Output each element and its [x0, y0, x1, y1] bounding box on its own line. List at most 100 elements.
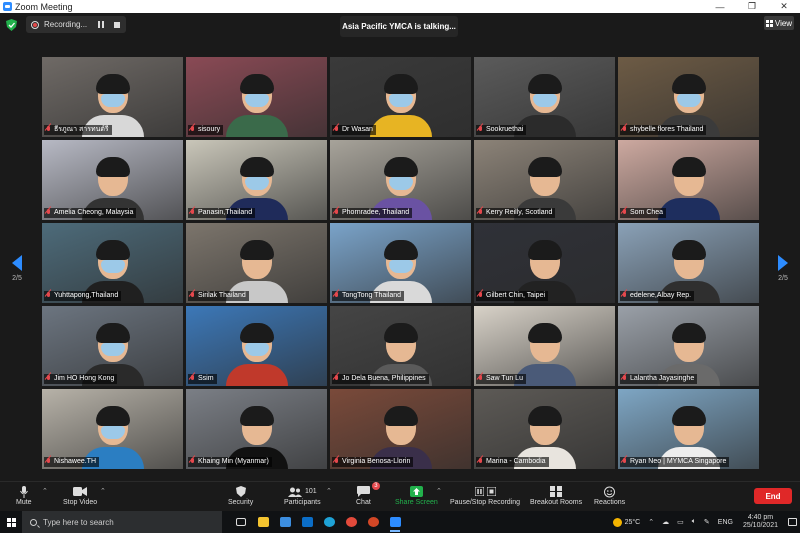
minimize-button[interactable]: —: [704, 0, 736, 13]
video-tile[interactable]: Dr Wasan: [330, 57, 471, 137]
taskbar-app-file-explorer[interactable]: [252, 511, 274, 533]
video-tile[interactable]: Virginia Benosa-Llorin: [330, 389, 471, 469]
next-page-button[interactable]: 2/5: [772, 255, 794, 282]
video-tile[interactable]: Khaing Min (Myanmar): [186, 389, 327, 469]
battery-icon[interactable]: ▭: [673, 511, 688, 533]
mute-button[interactable]: Mute: [16, 484, 32, 511]
video-tile[interactable]: Lalantha Jayasinghe: [618, 306, 759, 386]
zoom-logo-icon: [3, 2, 12, 11]
stop-video-label: Stop Video: [63, 499, 98, 506]
taskbar-clock[interactable]: 4:40 pm 25/10/2021: [737, 514, 784, 530]
taskbar-app-outlook[interactable]: [296, 511, 318, 533]
video-tile[interactable]: Marina - Cambodia: [474, 389, 615, 469]
participant-name-tag: Sirilak Thailand: [188, 291, 249, 301]
task-view-button[interactable]: [230, 511, 252, 533]
participant-name: Virginia Benosa-Llorin: [342, 458, 411, 465]
chevron-left-icon: [12, 255, 22, 271]
reactions-button[interactable]: Reactions: [594, 484, 625, 511]
recording-indicator: Recording...: [26, 16, 126, 33]
start-button[interactable]: [0, 511, 22, 533]
video-tile[interactable]: Ryan Neo | MYMCA Singapore: [618, 389, 759, 469]
security-button[interactable]: Security: [228, 484, 253, 511]
encryption-shield-icon[interactable]: [6, 19, 17, 31]
share-options-caret-icon[interactable]: ⌃: [436, 487, 442, 495]
participant-name-tag: Sookruethai: [476, 125, 527, 135]
pause-recording-icon[interactable]: [98, 21, 104, 28]
video-tile[interactable]: Yuhttapong,Thailand: [42, 223, 183, 303]
taskbar-app-store[interactable]: [274, 511, 296, 533]
video-tile[interactable]: Amelia Cheong, Malaysia: [42, 140, 183, 220]
taskbar-app-edge[interactable]: [318, 511, 340, 533]
chat-button[interactable]: 3 Chat: [356, 482, 380, 511]
video-tile[interactable]: Phornradee, Thailand: [330, 140, 471, 220]
video-tile[interactable]: Jo Dela Buena, Philippines: [330, 306, 471, 386]
muted-microphone-icon: [333, 209, 340, 217]
mute-label: Mute: [16, 499, 32, 506]
muted-microphone-icon: [333, 126, 340, 134]
muted-microphone-icon: [189, 126, 196, 134]
participant-name-tag: Khaing Min (Myanmar): [188, 457, 272, 467]
taskbar-app-zoom[interactable]: [384, 511, 406, 533]
close-button[interactable]: ✕: [768, 0, 800, 13]
maximize-button[interactable]: ❐: [736, 0, 768, 13]
network-icon[interactable]: ☁: [658, 511, 673, 533]
audio-options-caret-icon[interactable]: ⌃: [42, 487, 48, 495]
notifications-button[interactable]: [784, 511, 800, 533]
share-screen-button[interactable]: Share Screen: [395, 484, 438, 511]
video-tile[interactable]: Panasin,Thailand: [186, 140, 327, 220]
video-options-caret-icon[interactable]: ⌃: [100, 487, 106, 495]
stop-recording-icon[interactable]: [114, 21, 120, 28]
search-input[interactable]: [43, 517, 203, 527]
breakout-rooms-button[interactable]: Breakout Rooms: [530, 484, 582, 511]
muted-microphone-icon: [45, 458, 52, 466]
video-tile[interactable]: shybelle flores Thailand: [618, 57, 759, 137]
participant-name-tag: Dr Wasan: [332, 125, 376, 135]
participant-name-tag: Gilbert Chin, Taipei: [476, 291, 549, 301]
video-tile[interactable]: TongTong Thailand: [330, 223, 471, 303]
video-tile[interactable]: edelene,Albay Rep.: [618, 223, 759, 303]
breakout-rooms-icon: [550, 484, 563, 499]
participant-name-tag: Yuhttapong,Thailand: [44, 291, 122, 301]
video-tile[interactable]: Ssim: [186, 306, 327, 386]
video-tile[interactable]: Saw Tun Lu: [474, 306, 615, 386]
video-tile[interactable]: Jim HO Hong Kong: [42, 306, 183, 386]
participants-button[interactable]: 101 Participants: [284, 484, 321, 511]
chat-label: Chat: [356, 499, 371, 506]
participant-name: Gilbert Chin, Taipei: [486, 292, 546, 299]
video-tile[interactable]: Gilbert Chin, Taipei: [474, 223, 615, 303]
video-tile[interactable]: sisoury: [186, 57, 327, 137]
participant-name-tag: ธีรภูณา สารทนต์รี: [44, 125, 112, 135]
language-indicator[interactable]: ENG: [714, 511, 737, 533]
pen-icon[interactable]: ✎: [700, 511, 714, 533]
volume-icon[interactable]: 🔈︎: [688, 511, 700, 533]
muted-microphone-icon: [333, 458, 340, 466]
muted-microphone-icon: [45, 375, 52, 383]
page-indicator-left: 2/5: [12, 275, 22, 282]
talking-indicator: Asia Pacific YMCA is talking...: [340, 16, 458, 37]
taskbar-search[interactable]: [22, 511, 222, 533]
weather-widget[interactable]: 25°C: [609, 511, 645, 533]
participant-name-tag: Saw Tun Lu: [476, 374, 526, 384]
pause-stop-recording-button[interactable]: Pause/Stop Recording: [450, 484, 520, 511]
view-button[interactable]: View: [764, 16, 794, 30]
video-tile[interactable]: Som Chea: [618, 140, 759, 220]
taskbar-app-chrome[interactable]: [340, 511, 362, 533]
video-tile[interactable]: Kerry Reilly, Scotland: [474, 140, 615, 220]
participants-options-caret-icon[interactable]: ⌃: [326, 487, 332, 495]
taskbar-app-powerpoint[interactable]: [362, 511, 384, 533]
muted-microphone-icon: [621, 292, 628, 300]
previous-page-button[interactable]: 2/5: [6, 255, 28, 282]
muted-microphone-icon: [189, 292, 196, 300]
video-tile[interactable]: Sirilak Thailand: [186, 223, 327, 303]
participant-name: Amelia Cheong, Malaysia: [54, 209, 134, 216]
end-meeting-button[interactable]: End: [754, 488, 792, 504]
breakout-rooms-label: Breakout Rooms: [530, 499, 583, 506]
video-tile[interactable]: Nishawee.TH: [42, 389, 183, 469]
participant-name: Ryan Neo | MYMCA Singapore: [630, 458, 727, 465]
video-tile[interactable]: Sookruethai: [474, 57, 615, 137]
stop-video-button[interactable]: Stop Video: [63, 484, 97, 511]
video-tile[interactable]: ธีรภูณา สารทนต์รี: [42, 57, 183, 137]
tray-chevron-up-icon[interactable]: ⌃: [644, 511, 658, 533]
zoom-icon: [389, 517, 401, 527]
reactions-label: Reactions: [594, 499, 626, 506]
